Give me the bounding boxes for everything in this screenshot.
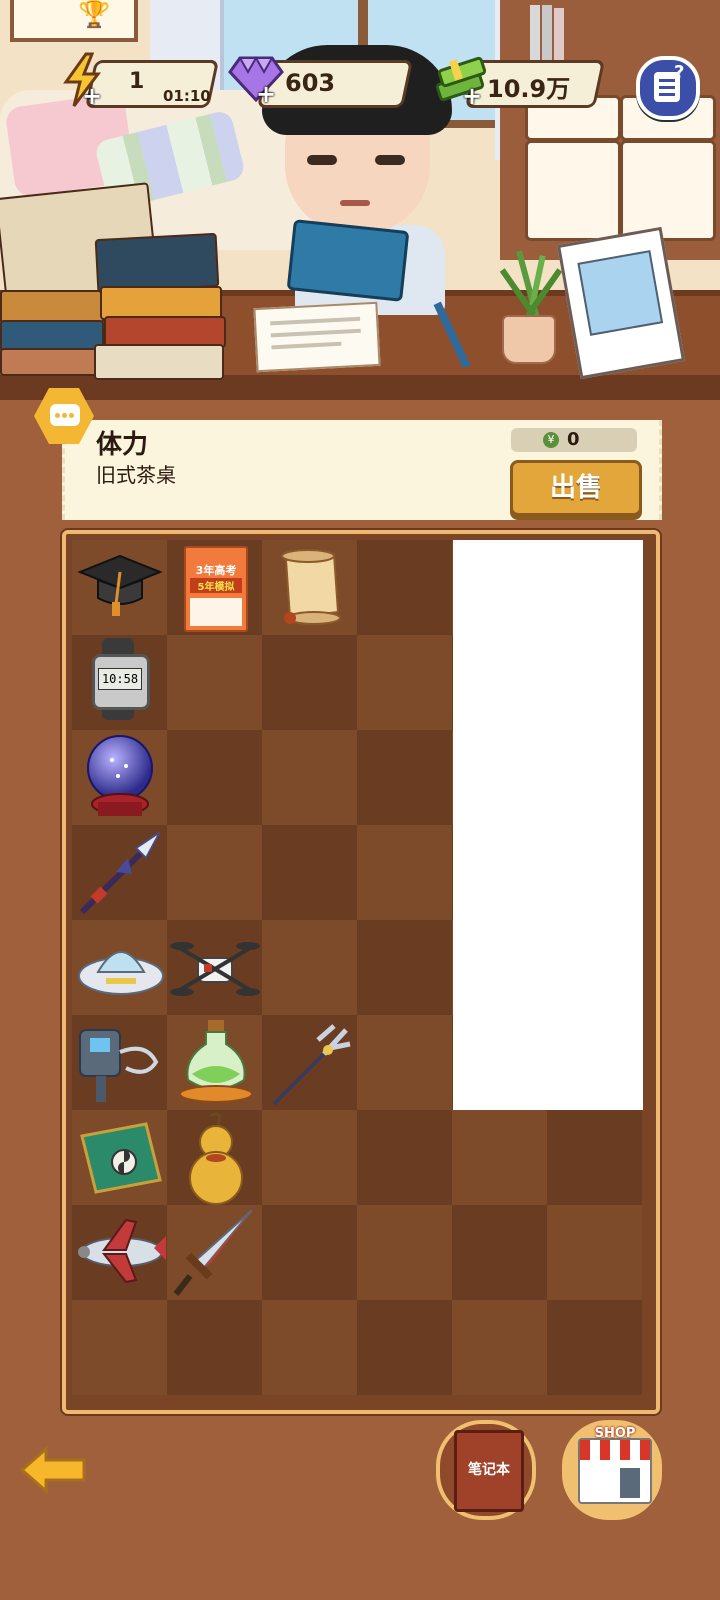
gem-value: 603	[285, 69, 336, 97]
inventory-slot[interactable]	[357, 635, 452, 730]
wall-frame	[10, 0, 138, 42]
task-list-button[interactable]: ?	[636, 56, 700, 120]
digital-watch-icon[interactable]: 10:58	[92, 638, 150, 720]
inventory-slot[interactable]	[357, 1110, 452, 1205]
drone-icon[interactable]	[170, 934, 260, 1004]
exam-book-line1: 3年高考	[195, 564, 237, 577]
item-title: 体力	[96, 430, 149, 460]
exam-book-icon[interactable]: 3年高考 5年模拟	[184, 546, 248, 632]
cash-plus-button[interactable]: +	[462, 84, 482, 108]
inventory-slot[interactable]	[357, 920, 452, 1015]
question-mark: ?	[674, 62, 685, 83]
exam-book-line2: 5年模拟	[190, 578, 242, 593]
potion-bottle-icon[interactable]	[176, 1018, 256, 1108]
book	[100, 286, 222, 320]
sell-button[interactable]: 出售	[510, 460, 642, 516]
sword-icon[interactable]	[172, 1206, 258, 1298]
inventory-slot[interactable]	[547, 1110, 642, 1205]
ufo-icon[interactable]	[76, 932, 166, 1004]
item-subtitle: 旧式茶桌	[96, 463, 176, 487]
bookshelf	[500, 0, 720, 260]
airplane-icon[interactable]	[74, 1214, 168, 1286]
shop-label: SHOP	[594, 1426, 636, 1441]
inventory-slot[interactable]	[357, 1015, 452, 1110]
inventory-slot[interactable]	[167, 730, 262, 825]
energy-value: 1	[129, 69, 145, 94]
book	[0, 290, 104, 324]
gem-plus-button[interactable]: +	[256, 82, 276, 106]
inventory-slot[interactable]	[262, 825, 357, 920]
inventory-slot[interactable]	[262, 920, 357, 1015]
shop-button[interactable]: SHOP	[562, 1420, 662, 1520]
trophy-icon: 🏆	[78, 0, 111, 30]
inventory-slot[interactable]	[357, 1205, 452, 1300]
watch-time: 10:58	[98, 668, 142, 690]
shop-icon: SHOP	[578, 1426, 652, 1504]
inventory-slot[interactable]	[262, 635, 357, 730]
inventory-slot[interactable]	[547, 1205, 642, 1300]
inventory-slot[interactable]	[452, 1300, 547, 1395]
notebook-label: 笔记本	[468, 1462, 510, 1478]
trident-icon[interactable]	[268, 1024, 354, 1108]
inventory-slot[interactable]	[167, 825, 262, 920]
inventory-slot[interactable]	[262, 1205, 357, 1300]
inventory-slot[interactable]	[547, 1300, 642, 1395]
scroll-icon[interactable]	[268, 548, 352, 628]
empty-white-region	[453, 540, 643, 1110]
cash-value: 10.9万	[487, 75, 571, 103]
inventory-slot[interactable]	[262, 1110, 357, 1205]
hammer-icon[interactable]	[76, 1022, 166, 1106]
energy-bar[interactable]: 1 01:10	[84, 60, 220, 108]
energy-plus-button[interactable]: +	[82, 84, 102, 108]
plant-pot	[502, 315, 556, 364]
inventory-slot[interactable]	[262, 730, 357, 825]
inventory-slot[interactable]	[357, 825, 452, 920]
chat-bubble-icon[interactable]	[34, 388, 94, 444]
back-arrow-icon[interactable]	[18, 1445, 88, 1495]
gourd-icon[interactable]	[176, 1112, 256, 1206]
coin-icon: ¥	[543, 432, 559, 448]
inventory-slot[interactable]	[167, 635, 262, 730]
inventory-slot[interactable]	[357, 1300, 452, 1395]
inventory-slot[interactable]	[452, 1110, 547, 1205]
inventory-slot[interactable]	[357, 730, 452, 825]
price-value: 0	[567, 429, 580, 450]
character-book	[286, 219, 410, 302]
book	[94, 344, 224, 380]
desk-paper	[253, 301, 381, 373]
spear-icon[interactable]	[76, 828, 166, 918]
book	[0, 348, 104, 376]
inventory-slot[interactable]	[262, 1300, 357, 1395]
energy-timer: 01:10	[163, 87, 211, 105]
plant	[499, 250, 563, 320]
crystal-ball-icon[interactable]	[82, 732, 158, 820]
notebook-button[interactable]: 笔记本	[436, 1420, 536, 1520]
magic-scroll-icon[interactable]	[76, 1118, 166, 1198]
notebook-icon: 笔记本	[454, 1430, 524, 1512]
inventory-slot[interactable]	[167, 1300, 262, 1395]
inventory-slot[interactable]	[357, 540, 452, 635]
graduation-cap-icon[interactable]	[76, 548, 164, 620]
book	[94, 232, 220, 294]
item-price: ¥ 0	[511, 428, 637, 452]
inventory-slot[interactable]	[452, 1205, 547, 1300]
inventory-slot[interactable]	[72, 1300, 167, 1395]
